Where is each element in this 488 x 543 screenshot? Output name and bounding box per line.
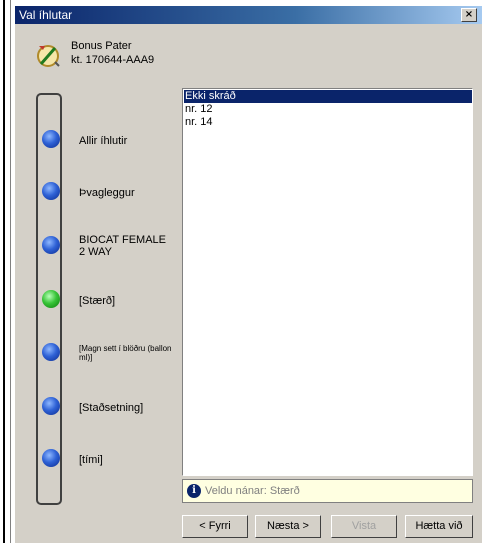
info-message: i Veldu nánar: Stærð xyxy=(182,479,473,503)
cancel-button[interactable]: Hætta við xyxy=(405,515,473,538)
step-done-icon xyxy=(42,182,60,200)
step-done-icon xyxy=(42,236,60,254)
step-label: Þvagleggur xyxy=(79,187,135,199)
info-icon: i xyxy=(187,484,201,498)
option-listbox[interactable]: Ekki skráð nr. 12 nr. 14 xyxy=(182,88,473,476)
save-button-label: Vista xyxy=(351,520,377,532)
back-button-label: < Fyrri xyxy=(199,520,231,532)
patient-icon xyxy=(37,45,60,67)
background-window-edge xyxy=(0,0,14,543)
cancel-button-label: Hætta við xyxy=(415,520,463,532)
title-bar[interactable]: Val íhlutar × xyxy=(15,6,482,24)
patient-id: kt. 170644-AAA9 xyxy=(71,54,155,66)
step-label: [Staðsetning] xyxy=(79,402,144,414)
save-button[interactable]: Vista xyxy=(331,515,397,538)
step-current-icon xyxy=(42,290,60,308)
list-item[interactable]: Ekki skráð xyxy=(184,90,472,103)
background-window-border xyxy=(3,0,5,543)
step-label: Allir íhlutir xyxy=(79,135,128,147)
info-text: Veldu nánar: Stærð xyxy=(205,485,300,497)
step-pending-icon xyxy=(42,397,60,415)
back-button[interactable]: < Fyrri xyxy=(182,515,248,538)
patient-name: Bonus Pater xyxy=(71,40,132,52)
step-label: [Magn sett í blöðru (ballon ml)] xyxy=(79,344,172,362)
dialog-window: Val íhlutar × Bonus Pater kt. 170644-AAA… xyxy=(14,5,482,543)
list-item[interactable]: nr. 14 xyxy=(184,116,472,129)
step-label: [tími] xyxy=(79,454,103,466)
step-done-icon xyxy=(42,130,60,148)
step-pending-icon xyxy=(42,343,60,361)
next-button-label: Næsta > xyxy=(267,520,309,532)
background-window-shadow xyxy=(10,0,11,543)
next-button[interactable]: Næsta > xyxy=(255,515,321,538)
list-item[interactable]: nr. 12 xyxy=(184,103,472,116)
close-button[interactable]: × xyxy=(461,8,477,22)
step-pending-icon xyxy=(42,449,60,467)
step-label: BIOCAT FEMALE 2 WAY xyxy=(79,234,167,258)
window-title: Val íhlutar xyxy=(19,8,73,22)
step-label: [Stærð] xyxy=(79,295,116,307)
close-icon: × xyxy=(464,9,474,20)
